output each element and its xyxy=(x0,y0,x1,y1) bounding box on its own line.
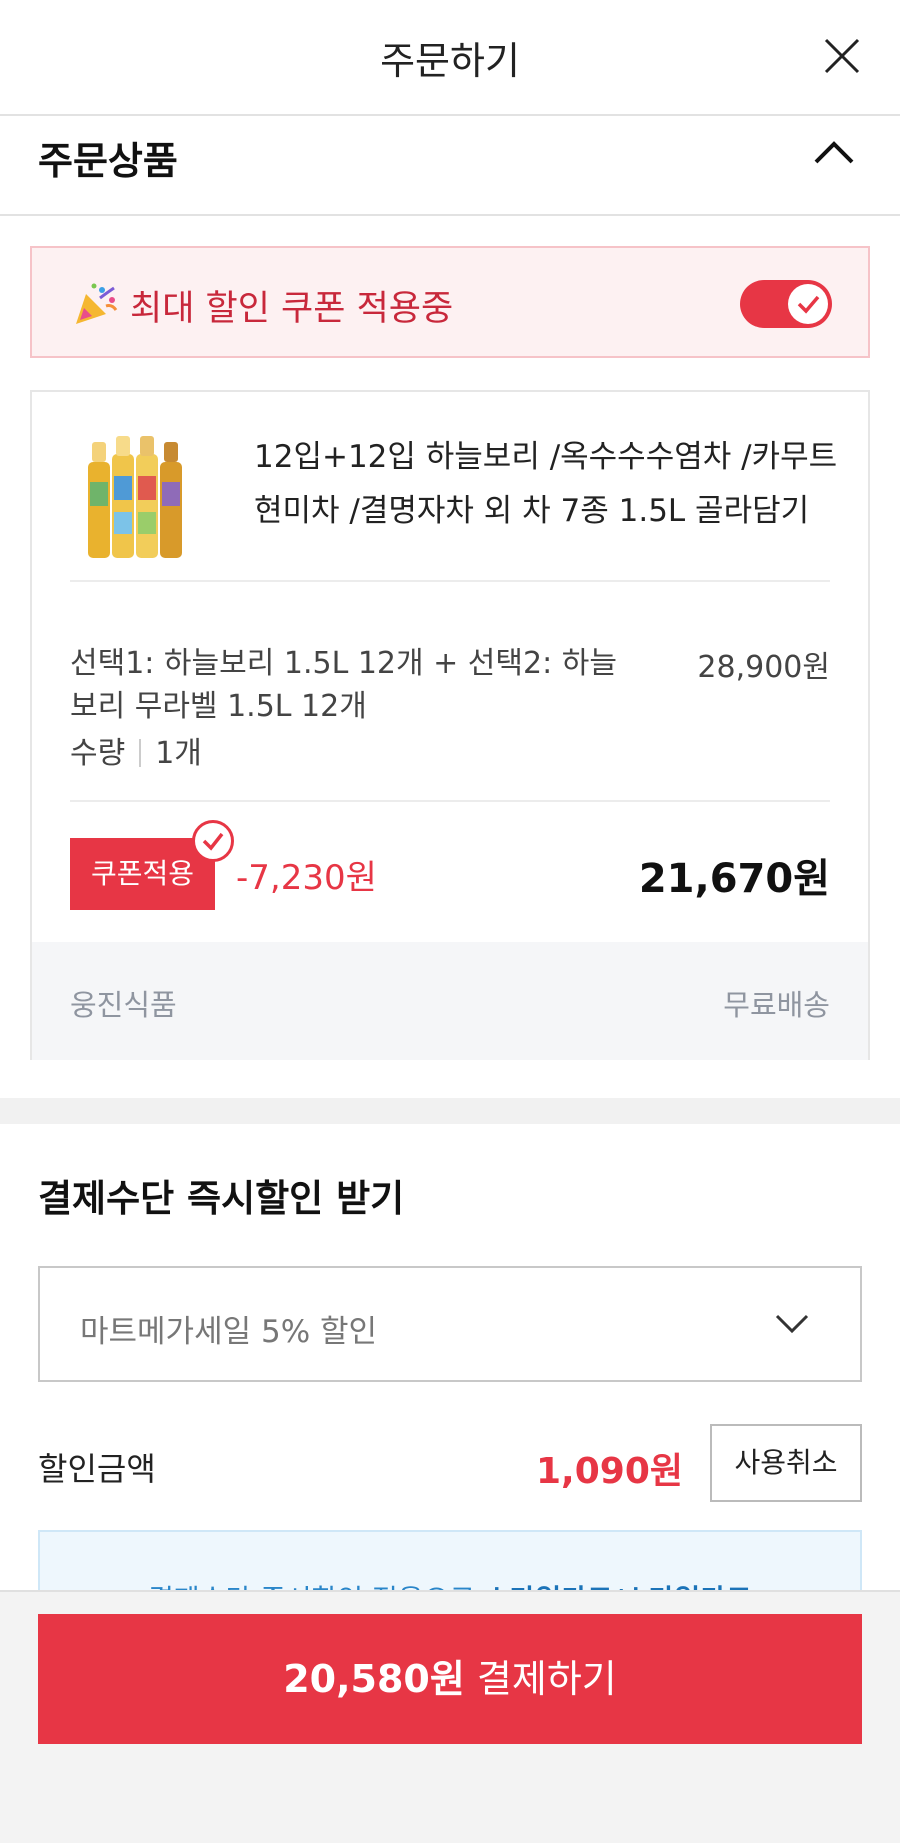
product-name[interactable]: 12입+12입 하늘보리 /옥수수수염차 /카무트현미차 /결명자차 외 차 7… xyxy=(254,430,844,538)
discount-amount-label: 할인금액 xyxy=(38,1450,156,1488)
check-icon xyxy=(797,295,820,314)
pay-amount: 20,580원 xyxy=(283,1657,465,1701)
quantity-row: 수량 1개 xyxy=(70,728,202,772)
chevron-down-icon xyxy=(775,1314,809,1334)
discount-amount-value: 1,090원 xyxy=(536,1451,683,1492)
toggle-knob xyxy=(788,284,828,324)
coupon-banner-text: 최대 할인 쿠폰 적용중 xyxy=(130,289,454,329)
order-section-title: 주문상품 xyxy=(38,139,178,183)
final-price: 21,670원 xyxy=(638,856,830,902)
card-footer: 웅진식품 무료배송 xyxy=(32,942,868,1060)
quantity-label: 수량 xyxy=(70,736,126,771)
party-popper-icon xyxy=(76,283,118,324)
coupon-check-badge xyxy=(192,820,234,862)
quantity-value: 1개 xyxy=(155,736,202,771)
payment-discount-select-value: 마트메가세일 5% 할인 xyxy=(80,1314,378,1350)
product-card: 12입+12입 하늘보리 /옥수수수염차 /카무트현미차 /결명자차 외 차 7… xyxy=(30,390,870,1060)
seller-name: 웅진식품 xyxy=(70,988,177,1022)
page-title: 주문하기 xyxy=(380,39,520,83)
pay-label: 결제하기 xyxy=(464,1657,617,1701)
shipping-info: 무료배송 xyxy=(723,988,830,1022)
pay-button[interactable]: 20,580원 결제하기 xyxy=(38,1614,862,1744)
option-text: 선택1: 하늘보리 1.5L 12개 + 선택2: 하늘보리 무라벨 1.5L … xyxy=(70,646,617,724)
payment-discount-select[interactable]: 마트메가세일 5% 할인 xyxy=(38,1266,862,1382)
close-icon[interactable] xyxy=(820,34,864,78)
bottom-bar: 20,580원 결제하기 xyxy=(0,1590,900,1843)
option-price: 28,900원 xyxy=(697,650,830,685)
chevron-up-icon[interactable] xyxy=(812,136,856,166)
coupon-toggle[interactable] xyxy=(740,280,832,328)
max-coupon-banner: 최대 할인 쿠폰 적용중 xyxy=(30,246,870,358)
divider xyxy=(70,800,830,802)
section-gap xyxy=(0,1098,900,1124)
divider xyxy=(70,580,830,582)
header: 주문하기 xyxy=(0,0,900,116)
coupon-discount-amount: -7,230원 xyxy=(236,858,377,898)
cancel-discount-button[interactable]: 사용취소 xyxy=(710,1424,862,1502)
payment-discount-title: 결제수단 즉시할인 받기 xyxy=(38,1177,405,1220)
quantity-separator xyxy=(139,739,142,767)
check-icon xyxy=(202,832,224,851)
product-image[interactable] xyxy=(82,432,192,564)
